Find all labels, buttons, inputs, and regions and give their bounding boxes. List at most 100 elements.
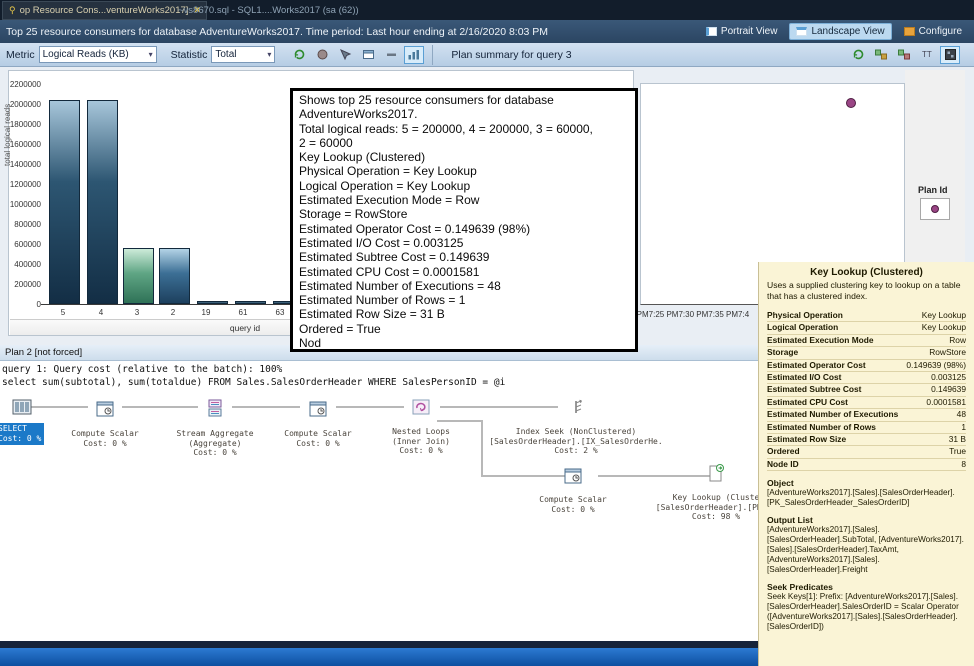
table-icon [12,399,32,420]
nested-loops-icon [411,399,431,420]
portrait-view-icon [706,27,717,36]
x-axis-tick: 19 [195,308,217,317]
annotation-line: Total logical reads: 5 = 200000, 4 = 200… [299,122,629,136]
compute-scalar-icon [95,401,115,422]
y-axis-tick: 0 [5,300,41,309]
report-toolbar: Metric Logical Reads (KB) ▾ Statistic To… [0,43,974,67]
detail-row: Estimated Subtree Cost0.149639 [767,384,966,396]
legend-plan-id-label: Plan Id [918,185,948,195]
stream-aggregate-operator[interactable]: Stream Aggregate(Aggregate)Cost: 0 % [160,399,270,458]
x-axis-tick: 3 [126,308,148,317]
configure-icon [904,27,915,36]
operator-label: Compute ScalarCost: 0 % [523,495,623,514]
compare-plans-icon[interactable]: ΤΤ [917,46,937,64]
compute-scalar-operator[interactable]: Compute ScalarCost: 0 % [55,401,155,448]
bar-query-3[interactable] [123,248,154,304]
detail-row: Estimated Number of Rows1 [767,422,966,434]
toolbar-divider [432,45,433,65]
landscape-view-button[interactable]: Landscape View [789,23,891,40]
select-operator[interactable]: SELECTCost: 0 % [0,399,48,420]
nested-loops-operator[interactable]: Nested Loops(Inner Join)Cost: 0 % [371,399,471,456]
report-header-bar: Top 25 resource consumers for database A… [0,20,974,43]
key-lookup-operator[interactable]: Key Lookup (Cluste[SalesOrderHeader].[PK… [636,464,758,522]
x-axis-tick: 5 [52,308,74,317]
annotation-line: Estimated Execution Mode = Row [299,193,629,207]
x-axis-tick: 2 [162,308,184,317]
bar-query-4[interactable] [87,100,118,304]
operator-label: Compute ScalarCost: 0 % [55,429,155,448]
y-axis-label: total logical reads [3,104,12,166]
details-title: Key Lookup (Clustered) [767,267,966,278]
refresh-icon[interactable] [289,46,309,64]
compute-scalar-operator-3[interactable]: Compute ScalarCost: 0 % [523,468,623,514]
index-seek-operator[interactable]: Index Seek (NonClustered)[SalesOrderHead… [471,399,681,456]
y-axis-tick: 1400000 [5,160,41,169]
track-query-icon[interactable] [335,46,355,64]
stream-aggregate-icon [205,399,225,422]
portrait-view-button[interactable]: Portrait View [700,24,784,39]
y-axis-tick: 600000 [5,240,41,249]
execution-plan-canvas: SELECTCost: 0 %Compute ScalarCost: 0 %St… [0,393,758,641]
annotation-line: Estimated I/O Cost = 0.003125 [299,236,629,250]
window-divider [0,641,758,648]
new-window-icon[interactable] [358,46,378,64]
metric-dropdown[interactable]: Logical Reads (KB) ▾ [39,46,157,63]
query-text-panel: query 1: Query cost (relative to the bat… [0,361,758,393]
query-statement: select sum(subtotal), sum(totaldue) FROM… [2,376,758,389]
annotation-line: Estimated Number of Rows = 1 [299,293,629,307]
bar-query-2[interactable] [159,248,190,304]
operator-label: SELECTCost: 0 % [0,423,44,445]
annotation-tooltip: Shows top 25 resource consumers for data… [290,88,638,352]
legend-plan-id-key[interactable] [920,198,950,220]
svg-text:ΤΤ: ΤΤ [922,50,932,59]
annotation-line: Estimated Number of Executions = 48 [299,279,629,293]
y-axis-tick: 800000 [5,220,41,229]
annotation-line: AdventureWorks2017. [299,107,629,121]
key-lookup-icon [706,464,726,487]
chart-view-icon[interactable] [404,46,424,64]
annotation-line: Nod [299,336,629,350]
refresh-plan-icon[interactable] [848,46,868,64]
detail-row: Estimated CPU Cost0.0001581 [767,397,966,409]
annotation-line: Ordered = True [299,322,629,336]
operator-label: Compute ScalarCost: 0 % [268,429,368,448]
query-cost-line: query 1: Query cost (relative to the bat… [2,363,758,376]
annotation-line: Key Lookup (Clustered) [299,150,629,164]
detail-row: OrderedTrue [767,446,966,458]
record-icon[interactable] [312,46,332,64]
operator-details-panel: Key Lookup (Clustered) Uses a supplied c… [758,262,974,666]
unforce-plan-icon[interactable] [894,46,914,64]
y-axis-tick: 1600000 [5,140,41,149]
plan-summary-title: Plan summary for query 3 [451,49,834,61]
plan-point[interactable] [846,98,856,108]
configure-button[interactable]: Configure [898,24,968,39]
tab-sql-file[interactable]: ~vs8670.sql - SQL1....Works2017 (sa (62)… [172,1,365,20]
index-seek-icon [566,399,586,420]
landscape-view-icon [796,27,807,36]
bar-query-5[interactable] [49,100,80,304]
force-plan-icon[interactable] [871,46,891,64]
detail-row: Logical OperationKey Lookup [767,322,966,334]
detail-row: Physical OperationKey Lookup [767,310,966,322]
y-axis-tick: 2200000 [5,80,41,89]
statistic-label: Statistic [171,49,208,61]
statistic-dropdown[interactable]: Total ▾ [211,46,275,63]
annotation-line: Estimated Operator Cost = 0.149639 (98%) [299,222,629,236]
operator-label: Index Seek (NonClustered)[SalesOrderHead… [471,427,681,456]
detail-row: Estimated Row Size31 B [767,434,966,446]
detail-section: Seek PredicatesSeek Keys[1]: Prefix: [Ad… [767,582,966,632]
pin-icon[interactable]: ⚲ [9,5,16,16]
grid-view-icon[interactable] [940,46,960,64]
detail-section: Object[AdventureWorks2017].[Sales].[Sale… [767,478,966,508]
x-axis-tick: 61 [232,308,254,317]
compute-scalar-operator-2[interactable]: Compute ScalarCost: 0 % [268,401,368,448]
x-axis-tick: 63 [269,308,291,317]
tab-label: op Resource Cons...ventureWorks2017] [20,5,189,16]
minimize-icon[interactable] [381,46,401,64]
detail-row: Estimated Execution ModeRow [767,335,966,347]
document-tab-bar: ⚲ op Resource Cons...ventureWorks2017] ×… [0,0,974,20]
metric-label: Metric [6,49,35,61]
chevron-down-icon: ▾ [267,50,271,59]
app-window: ⚲ op Resource Cons...ventureWorks2017] ×… [0,0,974,666]
annotation-line: Logical Operation = Key Lookup [299,179,629,193]
